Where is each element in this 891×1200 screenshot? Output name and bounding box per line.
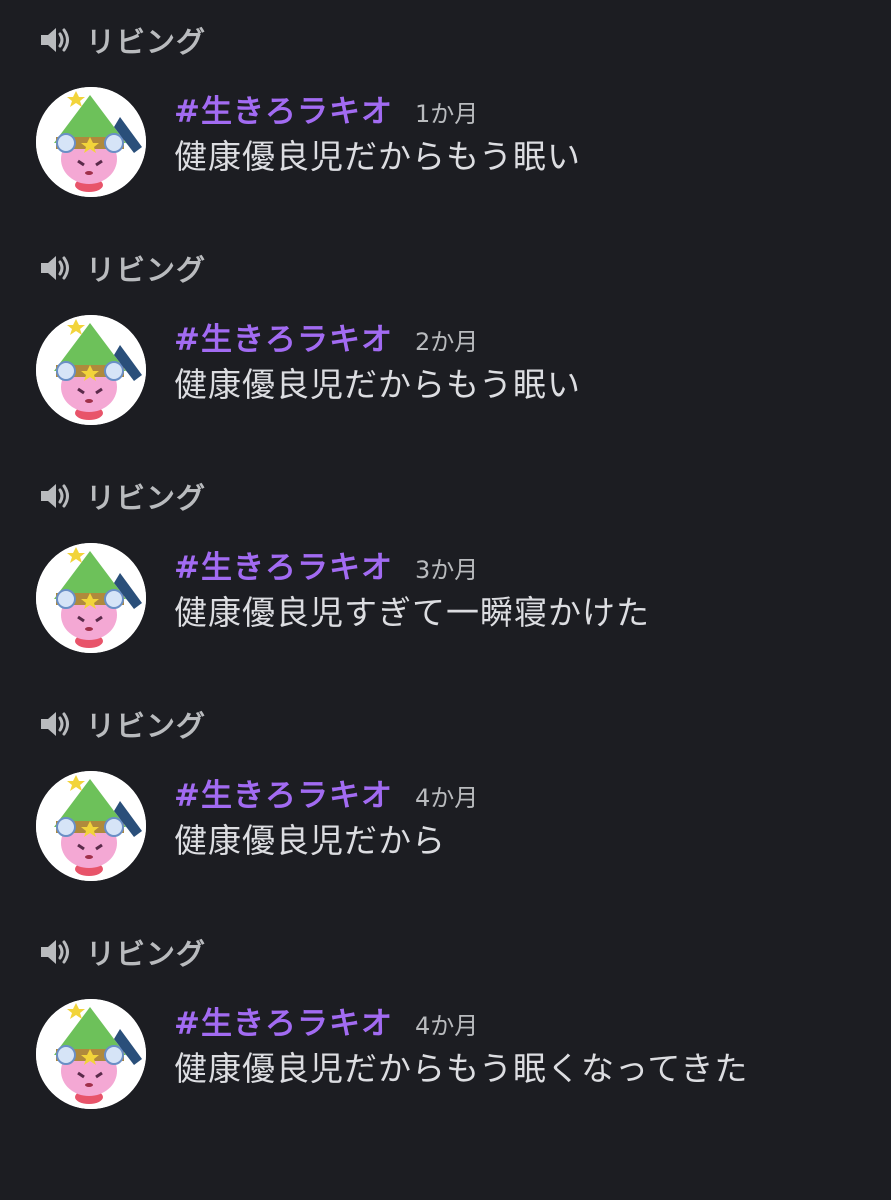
channel-name: リビング [86,25,207,59]
speaker-icon [41,28,69,52]
message-text: 健康優良児すぎて一瞬寝かけた [174,593,650,632]
feed-entry: リビング #生きろラキオ 4か月 健康優良児だからもう眠くなってきた [0,912,891,1140]
message-text: 健康優良児だからもう眠い [174,137,582,176]
channel-name: リビング [86,253,207,287]
timestamp: 4か月 [414,1012,479,1040]
username[interactable]: #生きろラキオ [174,314,393,359]
feed-entry: リビング #生きろラキオ 1か月 健康優良児だからもう眠い [0,0,891,228]
avatar-image [36,999,146,1109]
message-text: 健康優良児だからもう眠くなってきた [174,1049,749,1088]
avatar-image [36,87,146,197]
message-header: #生きろラキオ 3か月 [174,542,479,587]
message-header: #生きろラキオ 4か月 [174,770,479,815]
message-header: #生きろラキオ 4か月 [174,998,479,1043]
avatar[interactable] [36,87,146,197]
avatar-image [36,315,146,425]
message-text: 健康優良児だからもう眠い [174,365,582,404]
speaker-icon [41,484,69,508]
message-header: #生きろラキオ 2か月 [174,314,479,359]
avatar[interactable] [36,543,146,653]
channel-name: リビング [86,937,207,971]
message-text: 健康優良児だから [174,821,446,860]
speaker-icon [41,940,69,964]
username[interactable]: #生きろラキオ [174,770,393,815]
speaker-icon [41,256,69,280]
channel-label[interactable]: リビング [38,476,206,516]
channel-label[interactable]: リビング [38,932,206,972]
timestamp: 3か月 [414,556,479,584]
avatar[interactable] [36,315,146,425]
timestamp: 1か月 [414,100,479,128]
username[interactable]: #生きろラキオ [174,542,393,587]
channel-label[interactable]: リビング [38,248,206,288]
username[interactable]: #生きろラキオ [174,998,393,1043]
feed-entry: リビング #生きろラキオ 2か月 健康優良児だからもう眠い [0,228,891,456]
avatar-image [36,543,146,653]
avatar[interactable] [36,999,146,1109]
avatar-image [36,771,146,881]
message-header: #生きろラキオ 1か月 [174,86,479,131]
channel-name: リビング [86,481,207,515]
feed-entry: リビング #生きろラキオ 3か月 健康優良児すぎて一瞬寝かけた [0,456,891,684]
timestamp: 4か月 [414,784,479,812]
channel-name: リビング [86,709,207,743]
channel-label[interactable]: リビング [38,704,206,744]
speaker-icon [41,712,69,736]
username[interactable]: #生きろラキオ [174,86,393,131]
avatar[interactable] [36,771,146,881]
feed-entry: リビング #生きろラキオ 4か月 健康優良児だから [0,684,891,912]
timestamp: 2か月 [414,328,479,356]
channel-label[interactable]: リビング [38,20,206,60]
